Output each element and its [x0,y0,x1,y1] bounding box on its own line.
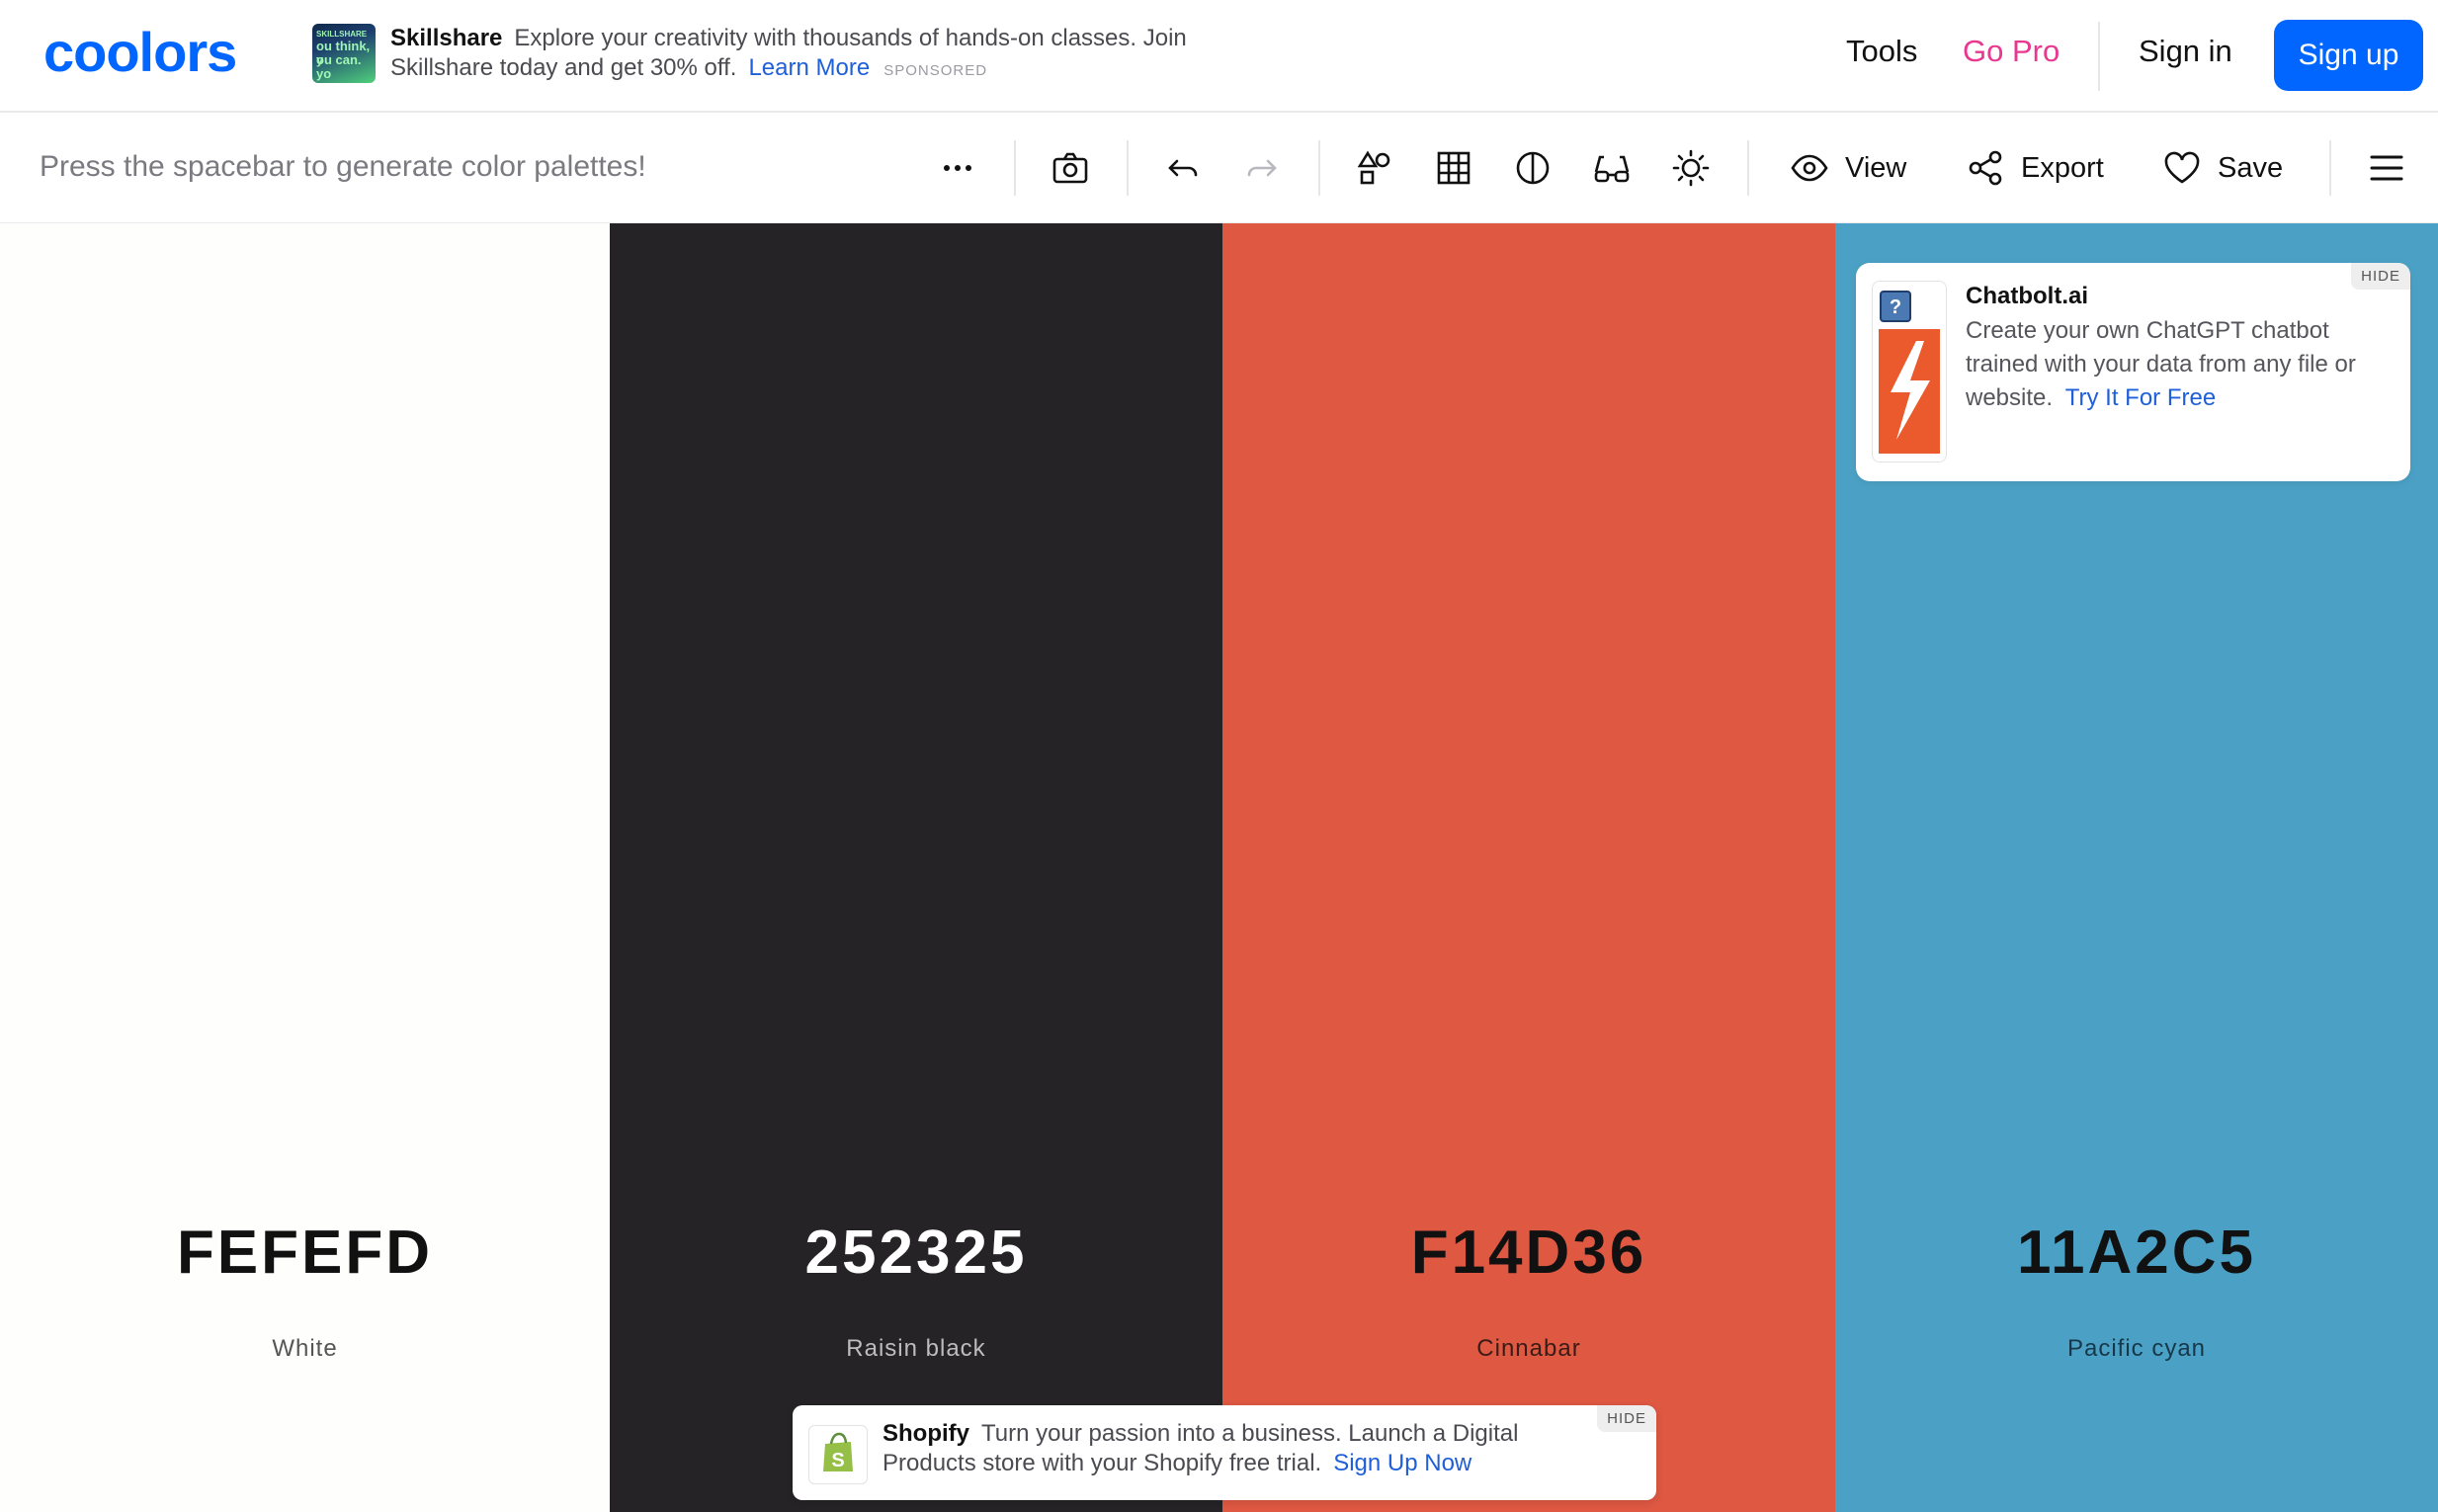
toolbar-divider [1014,140,1016,196]
redo-icon[interactable] [1242,148,1282,188]
color-swatch-2[interactable]: 252325 Raisin black [610,223,1222,1512]
undo-icon[interactable] [1163,148,1203,188]
view-button[interactable]: View [1790,144,1906,192]
swatch-hex-code[interactable]: FEFEFD [0,1218,610,1288]
chatbolt-ad-card: ? Chatbolt.ai Create your own ChatGPT ch… [1856,263,2410,481]
nav-divider [2098,22,2100,91]
sponsored-label: SPONSORED [883,62,988,79]
chatbolt-logo[interactable]: ? [1872,281,1947,462]
hide-ad-button[interactable]: HIDE [2351,263,2410,290]
share-icon [1969,150,2002,186]
camera-icon[interactable] [1051,148,1090,188]
shopify-ad-text: Shopify Turn your passion into a business… [883,1419,1574,1478]
svg-text:coolors: coolors [43,28,236,77]
swatch-color-name: Raisin black [846,1335,986,1362]
swatch-color-name: White [272,1335,338,1362]
heart-icon [2164,151,2200,184]
go-pro-link[interactable]: Go Pro [1963,34,2060,69]
glasses-icon[interactable] [1592,148,1632,188]
try-it-free-link[interactable]: Try It For Free [2065,384,2216,411]
shapes-icon[interactable] [1355,148,1394,188]
color-swatch-1[interactable]: FEFEFD White [0,223,610,1512]
grid-icon[interactable] [1434,148,1473,188]
menu-icon[interactable] [2367,148,2406,188]
ad-brand: Skillshare [390,25,503,51]
contrast-icon[interactable] [1513,148,1553,188]
sponsored-ad-top: SKILLSHARE ou think, y ou can. yo Skills… [312,24,1202,83]
thumb-line-3: ou can. yo [316,52,362,81]
shopify-ad: S Shopify Turn your passion into a busine… [793,1405,1656,1500]
swatch-hex-code[interactable]: 11A2C5 [1835,1218,2438,1288]
swatch-color-name: Pacific cyan [2066,1335,2207,1362]
swatch-hex-code[interactable]: F14D36 [1222,1218,1835,1288]
save-label: Save [2218,151,2284,184]
toolbar-divider [1318,140,1320,196]
swatch-hex-code[interactable]: 252325 [610,1218,1222,1288]
shopify-logo[interactable]: S [808,1425,868,1484]
sun-icon[interactable] [1671,148,1711,188]
export-label: Export [2021,151,2104,184]
sign-up-button[interactable]: Sign up [2274,20,2423,91]
color-swatch-3[interactable]: F14D36 Cinnabar [1222,223,1835,1512]
export-button[interactable]: Export [1966,144,2104,192]
ad-learn-more-link[interactable]: Learn More [748,54,870,81]
save-button[interactable]: Save [2162,144,2283,192]
eye-icon [1791,154,1828,182]
more-icon[interactable] [938,148,977,188]
ad-card-title: Chatbolt.ai [1966,283,2088,309]
spacebar-hint: Press the spacebar to generate color pal… [40,150,646,183]
coolors-logo[interactable]: coolors [43,21,267,83]
shopify-brand: Shopify [883,1420,969,1447]
ad-card-body: Create your own ChatGPT chatbot trained … [1966,314,2400,415]
logo-mark: coolors [43,21,237,83]
hide-ad-button[interactable]: HIDE [1597,1405,1656,1432]
tools-link[interactable]: Tools [1846,34,1917,69]
svg-text:S: S [831,1450,844,1471]
toolbar-divider [1127,140,1129,196]
toolbar-divider [1747,140,1749,196]
toolbar-divider [2329,140,2331,196]
swatch-color-name: Cinnabar [1476,1335,1581,1362]
top-navigation: coolors SKILLSHARE ou think, y ou can. y… [0,0,2438,113]
svg-text:?: ? [1890,296,1901,318]
skillshare-thumbnail[interactable]: SKILLSHARE ou think, y ou can. yo [312,24,376,83]
ad-text: Skillshare Explore your creativity with t… [390,24,1201,86]
palette-toolbar: Press the spacebar to generate color pal… [0,113,2438,223]
view-label: View [1845,151,1907,184]
sign-in-link[interactable]: Sign in [2139,34,2232,69]
sign-up-now-link[interactable]: Sign Up Now [1333,1450,1471,1476]
